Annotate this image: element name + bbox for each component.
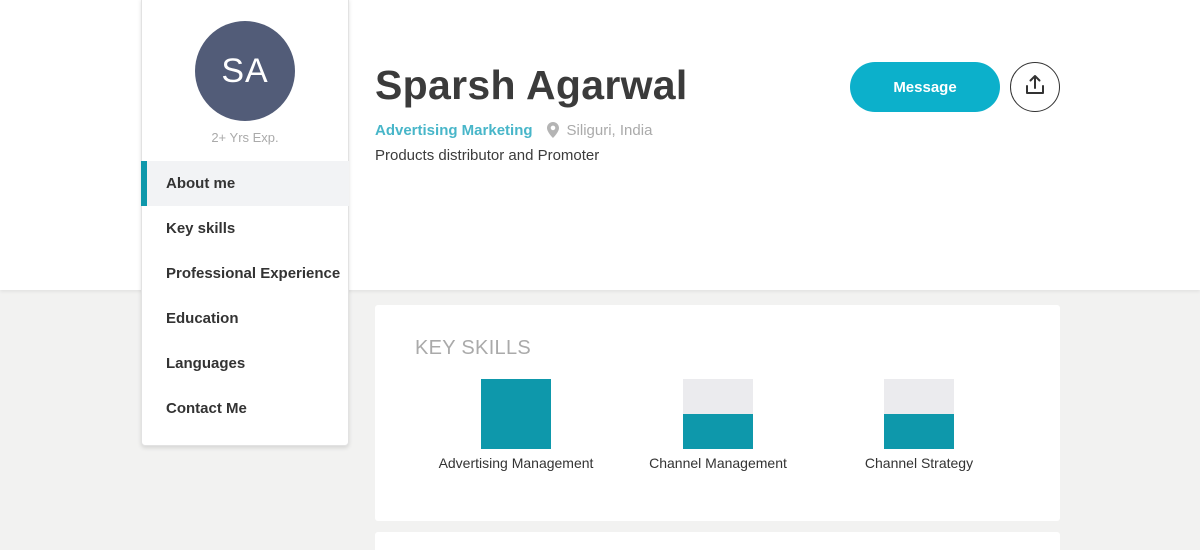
profile-sidebar: SA 2+ Yrs Exp. About me Key skills Profe… — [141, 0, 349, 446]
profile-location: Siliguri, India — [566, 121, 653, 139]
skill-level-fill — [884, 414, 954, 449]
experience-label: 2+ Yrs Exp. — [211, 130, 279, 145]
skill-item: Channel Management — [618, 379, 818, 471]
sidebar-item-languages[interactable]: Languages — [141, 341, 349, 386]
next-section-card — [375, 532, 1060, 550]
key-skills-card: KEY SKILLS Advertising Management Channe… — [375, 305, 1060, 521]
skill-level-bar — [884, 379, 954, 449]
skill-level-fill — [481, 379, 551, 449]
profile-tagline: Products distributor and Promoter — [375, 147, 600, 164]
map-pin-icon — [546, 122, 559, 138]
sidebar-item-about-me[interactable]: About me — [141, 161, 349, 206]
skill-label: Channel Strategy — [864, 455, 974, 471]
sidebar-nav: About me Key skills Professional Experie… — [141, 161, 349, 431]
sidebar-item-professional-experience[interactable]: Professional Experience — [141, 251, 349, 296]
message-button[interactable]: Message — [850, 62, 1000, 112]
skill-item: Advertising Management — [416, 379, 616, 471]
skill-label: Advertising Management — [438, 455, 594, 471]
key-skills-title: KEY SKILLS — [415, 337, 532, 359]
skill-level-bar — [481, 379, 551, 449]
profile-meta: Advertising Marketing Siliguri, India — [375, 120, 652, 140]
skill-item: Channel Strategy — [819, 379, 1019, 471]
skill-level-fill — [683, 414, 753, 449]
profile-name: Sparsh Agarwal — [375, 62, 688, 108]
avatar: SA — [195, 21, 295, 121]
sidebar-item-education[interactable]: Education — [141, 296, 349, 341]
skill-level-bar — [683, 379, 753, 449]
share-button[interactable] — [1010, 62, 1060, 112]
sidebar-item-key-skills[interactable]: Key skills — [141, 206, 349, 251]
skill-label: Channel Management — [649, 455, 787, 471]
share-upload-icon — [1024, 74, 1046, 101]
profile-role[interactable]: Advertising Marketing — [375, 122, 533, 139]
sidebar-item-contact-me[interactable]: Contact Me — [141, 386, 349, 431]
